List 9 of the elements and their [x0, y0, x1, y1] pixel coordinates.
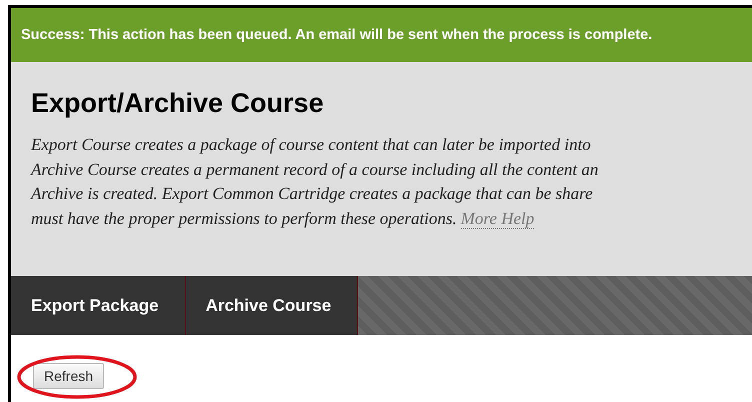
description-line: Archive is created. Export Common Cartridge creates a package that can be share: [31, 183, 594, 205]
page-title: Export/Archive Course: [31, 88, 325, 119]
refresh-button[interactable]: Refresh: [33, 363, 104, 389]
tab[interactable]: Export Package: [11, 276, 186, 335]
description-line: Archive Course creates a permanent record of a course including all the content an: [31, 158, 600, 181]
tab[interactable]: Archive Course: [186, 276, 358, 335]
description-line: must have the proper permissions to perform these operations.: [31, 208, 457, 228]
success-message: Success: This action has been queued. An email will be sent when the process is complete.: [21, 27, 652, 43]
description-line: Export Course creates a package of course content that can later be imported into: [31, 134, 592, 156]
